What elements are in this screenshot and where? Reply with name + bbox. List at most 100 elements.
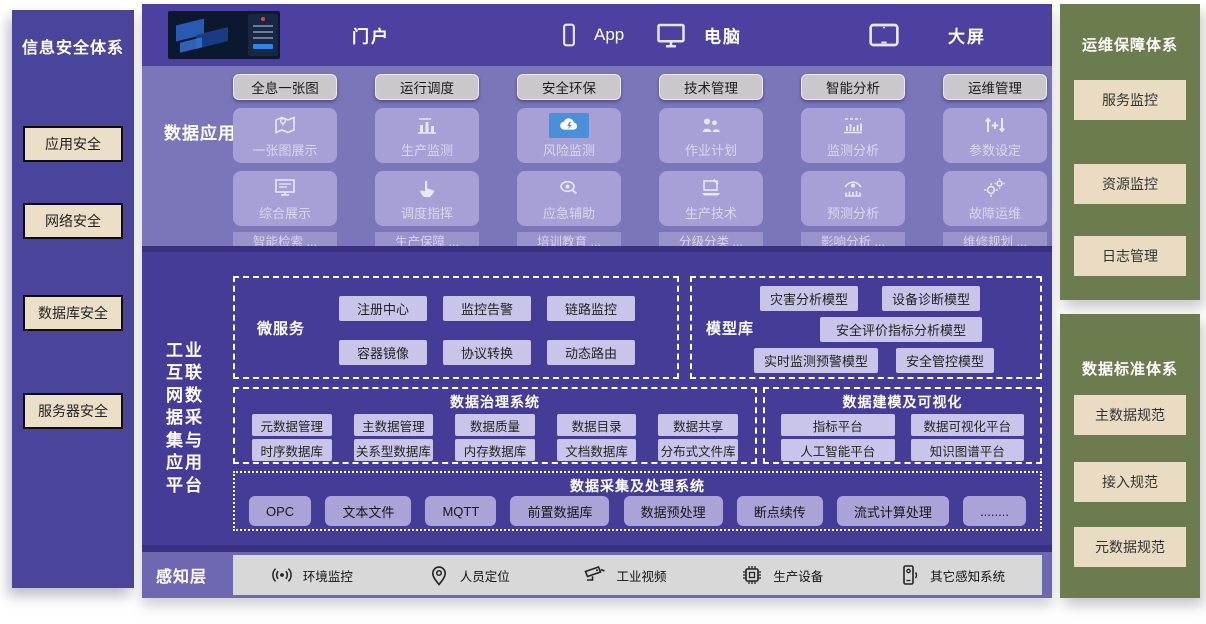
om-guarantee-panel: 运维保障体系 服务监控 资源监控 日志管理 xyxy=(1060,4,1200,300)
standard-item-access: 接入规范 xyxy=(1074,462,1186,502)
app-tile: 监测分析 xyxy=(801,108,905,163)
bigscreen-label: 大屏 xyxy=(948,23,986,48)
collection-row: OPC 文本文件 MQTT 前置数据库 数据预处理 断点续传 流式计算处理 ..… xyxy=(249,496,1026,526)
column-intelligent-analysis: 智能分析 监测分析 预测分析 影响分析 ... xyxy=(801,74,905,249)
column-om-management: 运维管理 参数设定 故障运维 维修规划 ... xyxy=(943,74,1047,249)
chip: 数据共享 xyxy=(658,414,738,436)
divider xyxy=(142,545,1052,552)
modeling-row2: 人工智能平台 知识图谱平台 xyxy=(773,439,1032,461)
arrows-updown-icon xyxy=(982,113,1008,137)
standard-item-metadata: 元数据规范 xyxy=(1074,527,1186,567)
perception-items-bar: 环境监控 人员定位 工业视频 生产设备 其它感知系统 xyxy=(233,555,1042,595)
perception-layer-section: 感知层 环境监控 人员定位 工业视频 生产设备 xyxy=(142,552,1052,598)
app-tile: 风险监测 xyxy=(517,108,621,163)
microservices-row1: 注册中心 监控告警 链路监控 xyxy=(339,296,635,321)
data-governance-box: 数据治理系统 元数据管理 主数据管理 数据质量 数据目录 数据共享 时序数据库 … xyxy=(233,387,757,464)
access-channels-header: 门户 App 电脑 大屏 xyxy=(142,4,1052,66)
data-standard-title: 数据标准体系 xyxy=(1060,358,1200,379)
model-library-label: 模型库 xyxy=(706,317,754,338)
model-library-row1: 灾害分析模型 设备诊断模型 xyxy=(760,286,980,311)
perception-item: 环境监控 xyxy=(270,563,353,587)
team-icon xyxy=(698,113,724,137)
chip: 指标平台 xyxy=(781,414,895,436)
chip: 数据预处理 xyxy=(624,496,723,526)
chip: 流式计算处理 xyxy=(837,496,949,526)
cctv-icon xyxy=(583,563,607,587)
chip: 分布式文件库 xyxy=(658,439,738,461)
chip: 实时监测预警模型 xyxy=(754,348,878,373)
security-item-database: 数据库安全 xyxy=(23,295,123,331)
chip: ........ xyxy=(963,496,1026,526)
chip: 元数据管理 xyxy=(252,414,332,436)
main-diagram-area: 门户 App 电脑 大屏 数据应用 全息一张图 一张图展示 xyxy=(142,4,1052,598)
microservices-row2: 容器镜像 协议转换 动态路由 xyxy=(339,340,635,365)
chip: 数据可视化平台 xyxy=(911,414,1025,436)
app-label: App xyxy=(594,25,624,45)
column-holographic-map: 全息一张图 一张图展示 综合展示 智能检索 ... xyxy=(233,74,337,249)
information-security-panel: 信息安全体系 应用安全 网络安全 数据库安全 服务器安全 xyxy=(12,10,134,588)
security-item-server: 服务器安全 xyxy=(23,393,123,429)
magnifier-icon xyxy=(556,176,582,200)
data-application-columns: 全息一张图 一张图展示 综合展示 智能检索 ... 运行调度 xyxy=(233,74,1047,249)
screen-icon xyxy=(272,176,298,200)
chip: 容器镜像 xyxy=(339,340,427,365)
chip: 关系型数据库 xyxy=(354,439,434,461)
chip: 设备诊断模型 xyxy=(882,286,980,311)
chip: 链路监控 xyxy=(547,296,635,321)
column-header: 运行调度 xyxy=(375,74,479,100)
production-chart-icon xyxy=(414,113,440,137)
architecture-diagram: 信息安全体系 应用安全 网络安全 数据库安全 服务器安全 门户 App 电脑 大… xyxy=(0,0,1206,624)
chip: 时序数据库 xyxy=(252,439,332,461)
pc-label: 电脑 xyxy=(704,23,742,48)
perception-item: 工业视频 xyxy=(583,563,666,587)
microservices-label: 微服务 xyxy=(257,317,305,338)
model-library-row2: 安全评价指标分析模型 xyxy=(820,317,982,342)
column-safety-environment: 安全环保 风险监测 应急辅助 培训教育 ... xyxy=(517,74,621,249)
chip: 内存数据库 xyxy=(455,439,535,461)
chip: 安全评价指标分析模型 xyxy=(820,317,982,342)
app-tile: 综合展示 xyxy=(233,171,337,226)
perception-item: 其它感知系统 xyxy=(897,563,1005,587)
industrial-internet-platform-section: 工业互联网数据采集与应用平台 微服务 注册中心 监控告警 链路监控 容器镜像 协… xyxy=(142,252,1052,545)
data-modeling-title: 数据建模及可视化 xyxy=(765,392,1040,412)
chip: 动态路由 xyxy=(547,340,635,365)
information-security-title: 信息安全体系 xyxy=(12,34,134,58)
security-item-application: 应用安全 xyxy=(23,126,123,162)
chip: 监控告警 xyxy=(443,296,531,321)
column-header: 技术管理 xyxy=(659,74,763,100)
portal-login-panel xyxy=(248,14,278,56)
column-operation-dispatch: 运行调度 生产监测 调度指挥 生产保障 ... xyxy=(375,74,479,249)
platform-label: 工业互联网数据采集与应用平台 xyxy=(166,340,206,497)
column-technical-management: 技术管理 作业计划 生产技术 分级分类 ... xyxy=(659,74,763,249)
perception-item: 人员定位 xyxy=(427,563,510,587)
perception-layer-label: 感知层 xyxy=(156,563,207,587)
hand-pointer-icon xyxy=(415,176,439,200)
app-tile: 生产监测 xyxy=(375,108,479,163)
perception-item: 生产设备 xyxy=(740,563,823,587)
chip: 灾害分析模型 xyxy=(760,286,858,311)
chip: 注册中心 xyxy=(339,296,427,321)
app-tile: 作业计划 xyxy=(659,108,763,163)
data-governance-title: 数据治理系统 xyxy=(235,392,755,412)
monitor-chart-icon xyxy=(840,113,866,137)
chip: MQTT xyxy=(425,496,496,526)
tools-icon xyxy=(982,176,1008,200)
column-header: 全息一张图 xyxy=(233,74,337,100)
location-pin-icon xyxy=(427,563,451,587)
tablet-icon xyxy=(864,19,904,51)
om-item-log-management: 日志管理 xyxy=(1074,236,1186,276)
column-header: 运维管理 xyxy=(943,74,1047,100)
governance-row1: 元数据管理 主数据管理 数据质量 数据目录 数据共享 xyxy=(241,414,749,436)
data-collection-box: 数据采集及处理系统 OPC 文本文件 MQTT 前置数据库 数据预处理 断点续传… xyxy=(233,471,1042,531)
modeling-row1: 指标平台 数据可视化平台 xyxy=(773,414,1032,436)
model-library-box: 模型库 灾害分析模型 设备诊断模型 安全评价指标分析模型 实时监测预警模型 安全… xyxy=(690,276,1042,379)
chip: 数据质量 xyxy=(455,414,535,436)
broadcast-icon xyxy=(270,563,294,587)
security-item-network: 网络安全 xyxy=(23,203,123,239)
chip: 协议转换 xyxy=(443,340,531,365)
map-icon xyxy=(272,113,298,137)
data-collection-title: 数据采集及处理系统 xyxy=(235,476,1040,496)
portal-screenshot-thumbnail xyxy=(168,11,280,59)
app-tile: 调度指挥 xyxy=(375,171,479,226)
app-tile: 故障运维 xyxy=(943,171,1047,226)
